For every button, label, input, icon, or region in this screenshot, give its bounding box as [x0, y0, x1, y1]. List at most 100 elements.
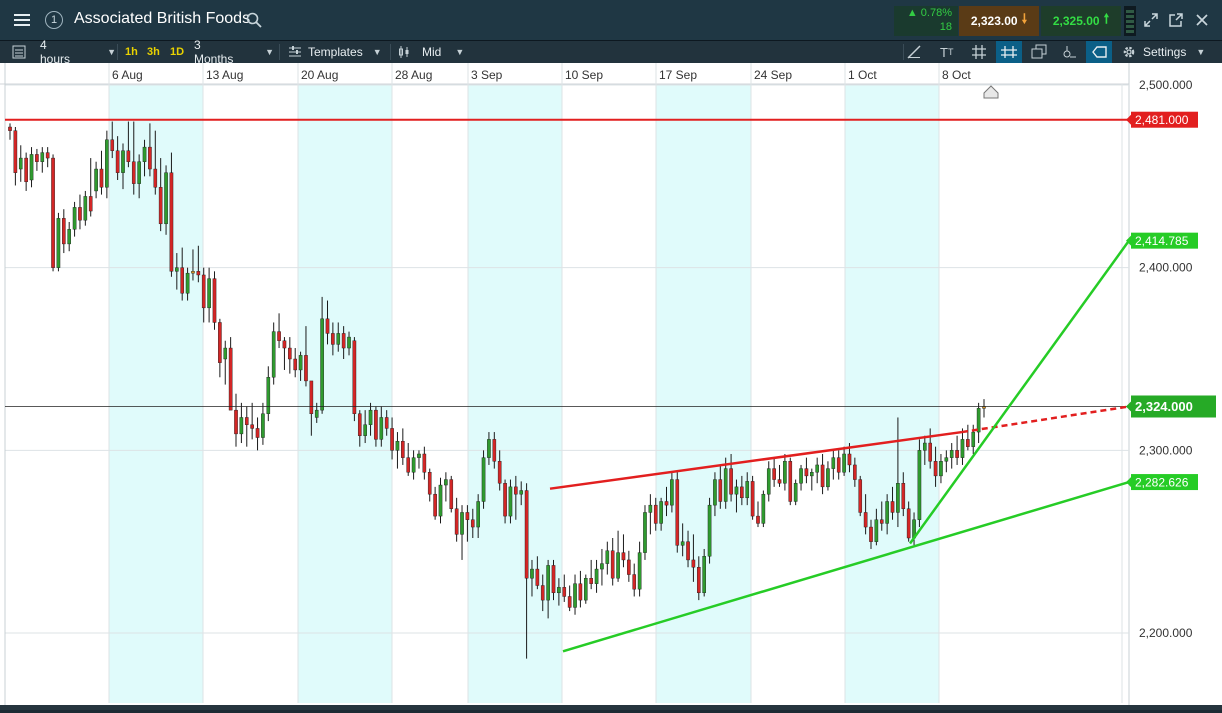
- candle-body: [503, 483, 507, 517]
- down-arrow-icon: 🠗: [1021, 11, 1028, 26]
- candle-body: [196, 271, 201, 276]
- candle-body: [600, 563, 604, 570]
- candle-body: [648, 504, 653, 513]
- candle-body: [670, 479, 674, 506]
- pin-icon[interactable]: [1061, 44, 1077, 60]
- price-chart[interactable]: 6 Aug 13 Aug 20 Aug 28 Aug 3 Sep 10 Sep 17 Sep…: [0, 63, 1222, 708]
- trendline-tool-icon[interactable]: [906, 44, 922, 60]
- candle-body: [793, 483, 798, 502]
- candle-body: [885, 501, 889, 524]
- price-tick-label: 2,300.000: [1139, 443, 1193, 457]
- layers-icon[interactable]: [1031, 44, 1047, 60]
- candle-body: [745, 481, 750, 499]
- workspace-number: 1: [45, 11, 63, 29]
- candle-body: [185, 272, 190, 294]
- text-tool-icon[interactable]: TT: [940, 41, 953, 63]
- date-tick-label: 13 Aug: [206, 68, 243, 82]
- range-select[interactable]: 3 Months ▼: [194, 38, 274, 66]
- close-icon[interactable]: [1194, 12, 1210, 28]
- candle-body: [137, 161, 141, 184]
- candle-body: [702, 556, 706, 594]
- workspace-number-button[interactable]: 1: [40, 6, 68, 34]
- chevron-down-icon: ▼: [107, 47, 116, 57]
- candle-body: [713, 479, 717, 506]
- candle-body: [88, 196, 93, 212]
- expand-icon[interactable]: [1143, 12, 1159, 28]
- candle-body: [433, 493, 437, 517]
- candle-body: [110, 139, 115, 151]
- candle-body: [8, 126, 12, 131]
- candle-body: [659, 501, 663, 524]
- settings-menu[interactable]: Settings ▼: [1143, 41, 1205, 63]
- candle-body: [282, 340, 287, 349]
- candle-body: [148, 146, 152, 170]
- candle-body: [960, 439, 965, 458]
- sell-button[interactable]: 2,323.00 🠗: [959, 6, 1039, 36]
- grid-icon[interactable]: [971, 44, 987, 60]
- candle-body: [62, 218, 66, 245]
- candle-body: [331, 333, 335, 345]
- date-tick-label: 8 Oct: [942, 68, 971, 82]
- price-label-text: 2,324.000: [1135, 399, 1193, 414]
- candle-body: [842, 453, 846, 473]
- timeframe-1d-button[interactable]: 1D: [170, 41, 184, 63]
- templates-select[interactable]: Templates ▼: [308, 41, 382, 63]
- list-icon[interactable]: [12, 45, 26, 59]
- header-bar: 1 Associated British Foods ▲ 0.78% 18 2,…: [0, 0, 1222, 41]
- timeframe-3h-button[interactable]: 3h: [147, 41, 160, 63]
- price-type-select[interactable]: Mid ▼: [422, 41, 464, 63]
- candle-body: [557, 587, 561, 594]
- candle-body: [686, 541, 690, 561]
- candle-body: [406, 457, 411, 473]
- candle-body: [890, 501, 895, 513]
- candle-body: [417, 453, 421, 458]
- candle-body: [309, 380, 314, 415]
- candle-body: [427, 472, 432, 495]
- candle-body: [653, 504, 658, 524]
- interval-label: 4 hours: [40, 38, 71, 66]
- candle-body: [675, 479, 680, 546]
- candle-body: [874, 519, 879, 542]
- settings-label: Settings: [1143, 45, 1187, 59]
- candle-body: [594, 568, 599, 584]
- crosshair-tool-icon[interactable]: [996, 41, 1022, 63]
- candle-body: [67, 229, 71, 245]
- price-label-text: 2,414.785: [1135, 234, 1189, 248]
- candle-body: [901, 483, 906, 509]
- candle-body: [352, 340, 357, 415]
- candle-body: [368, 409, 373, 425]
- interval-select[interactable]: 4 hours ▼: [40, 38, 116, 66]
- candle-body: [357, 413, 362, 436]
- candle-body: [228, 347, 233, 411]
- candle-body: [691, 559, 696, 568]
- candle-body: [29, 154, 34, 181]
- candle-body: [288, 347, 292, 360]
- spread-indicator: [1124, 6, 1136, 36]
- candle-body: [820, 464, 825, 488]
- candle-body: [863, 512, 868, 528]
- up-arrow-icon: 🠕: [1103, 11, 1110, 26]
- chart-area[interactable]: 6 Aug 13 Aug 20 Aug 28 Aug 3 Sep 10 Sep 17 Sep…: [0, 63, 1222, 708]
- candle-body: [218, 322, 222, 363]
- candle-body: [347, 336, 351, 349]
- candle-body: [395, 441, 400, 451]
- search-icon[interactable]: [246, 12, 262, 28]
- popout-icon[interactable]: [1168, 12, 1184, 28]
- timeframe-1h-button[interactable]: 1h: [125, 41, 138, 63]
- templates-icon: [289, 46, 301, 57]
- price-tick-label: 2,200.000: [1139, 626, 1193, 640]
- chevron-down-icon: ▼: [455, 47, 465, 57]
- candle-body: [810, 472, 814, 477]
- candle-body: [492, 439, 497, 462]
- price-change-box: ▲ 0.78% 18: [894, 6, 958, 36]
- candle-body: [153, 168, 158, 188]
- candle-body: [696, 567, 701, 594]
- candle-body: [234, 409, 238, 435]
- buy-button[interactable]: 2,325.00 🠕: [1041, 6, 1121, 36]
- label-tool-icon[interactable]: [1086, 41, 1112, 63]
- candle-body: [481, 457, 486, 502]
- hamburger-icon[interactable]: [8, 6, 36, 34]
- candle-body: [142, 146, 147, 162]
- candle-body: [847, 453, 852, 466]
- candle-body: [831, 457, 836, 469]
